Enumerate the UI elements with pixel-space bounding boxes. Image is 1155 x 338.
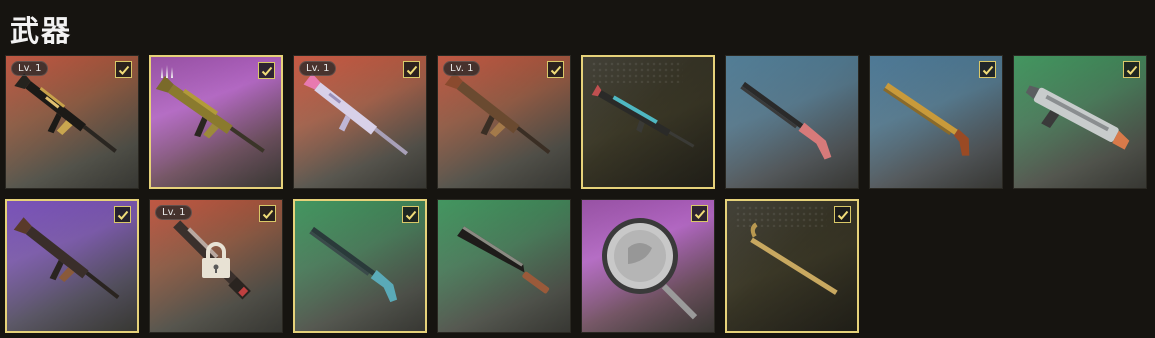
weapon-card-crowbar-gold[interactable]	[725, 199, 859, 333]
level-badge: Lv. 1	[443, 61, 481, 76]
weapon-grid: Lv. 1 Lv. 1 Lv. 1 Lv. 1	[5, 55, 1150, 335]
weapon-card-rifle-bronze[interactable]: Lv. 1	[437, 55, 571, 189]
check-icon[interactable]	[403, 61, 420, 78]
rank-icon	[158, 63, 176, 83]
check-icon[interactable]	[547, 61, 564, 78]
check-icon[interactable]	[259, 205, 276, 222]
weapon-card-shotgun-teal[interactable]	[293, 199, 427, 333]
weapon-card-rifle-gold-purple[interactable]	[149, 55, 283, 189]
weapon-card-rifle-dark-bronze[interactable]	[5, 199, 139, 333]
section-title: 武器	[10, 14, 73, 48]
weapon-card-shotgun-pink[interactable]	[725, 55, 859, 189]
weapon-image	[438, 200, 570, 332]
weapon-image	[726, 56, 858, 188]
weapon-card-frying-pan[interactable]	[581, 199, 715, 333]
level-badge: Lv. 1	[299, 61, 337, 76]
check-icon[interactable]	[1123, 61, 1140, 78]
weapon-card-machete[interactable]	[437, 199, 571, 333]
check-icon[interactable]	[691, 205, 708, 222]
weapon-card-shotgun-silver[interactable]	[1013, 55, 1147, 189]
weapon-card-rifle-white-pink[interactable]: Lv. 1	[293, 55, 427, 189]
weapon-card-rifle-teal-red[interactable]	[581, 55, 715, 189]
check-icon[interactable]	[834, 206, 851, 223]
level-badge: Lv. 1	[11, 61, 49, 76]
weapon-card-rifle-black-gold[interactable]: Lv. 1	[5, 55, 139, 189]
weapon-card-shotgun-gold[interactable]	[869, 55, 1003, 189]
level-badge: Lv. 1	[155, 205, 193, 220]
check-icon[interactable]	[114, 206, 131, 223]
check-icon[interactable]	[115, 61, 132, 78]
check-icon[interactable]	[258, 62, 275, 79]
check-icon[interactable]	[402, 206, 419, 223]
lock-icon	[200, 242, 232, 284]
check-icon[interactable]	[979, 61, 996, 78]
weapon-card-rifle-locked[interactable]: Lv. 1	[149, 199, 283, 333]
weapon-image	[583, 57, 713, 187]
